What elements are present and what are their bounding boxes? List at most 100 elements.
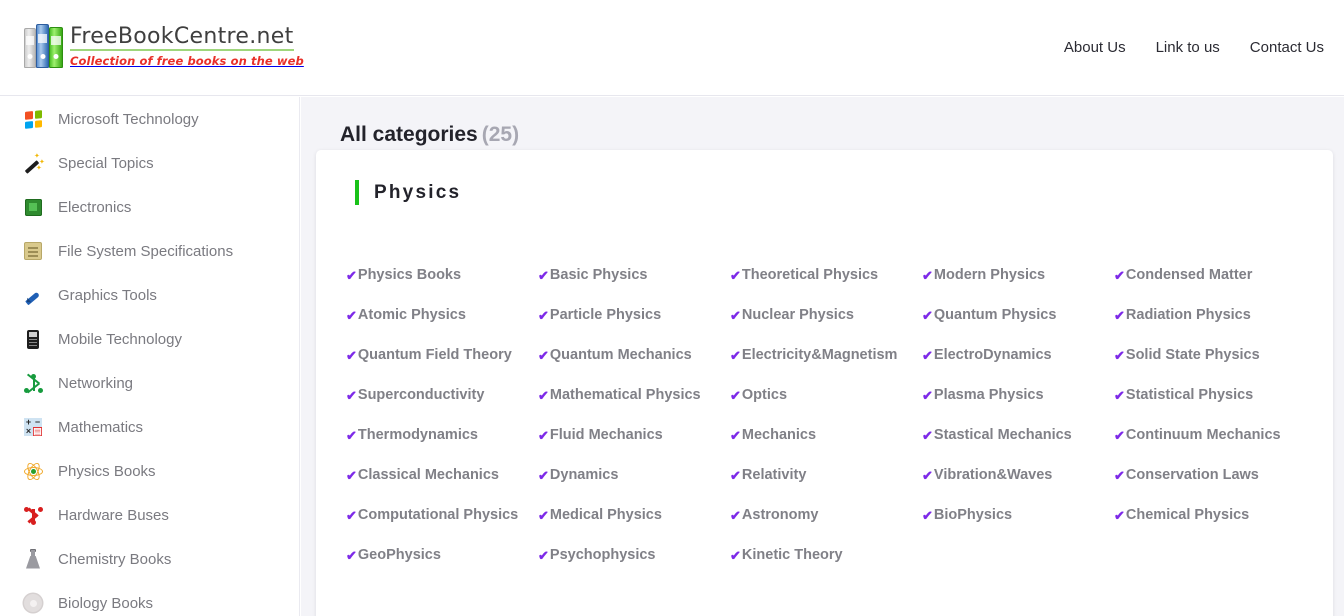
logo-title: FreeBookCentre.net xyxy=(70,25,294,52)
category-link[interactable]: ✔ GeoPhysics xyxy=(346,547,538,563)
sidebar-item-biology-books[interactable]: Biology Books xyxy=(0,581,299,616)
category-link[interactable]: ✔ Radiation Physics xyxy=(1114,307,1306,323)
category-link[interactable]: ✔ Quantum Field Theory xyxy=(346,347,538,363)
sidebar-item-electronics[interactable]: Electronics xyxy=(0,185,299,229)
category-link[interactable]: ✔ Nuclear Physics xyxy=(730,307,922,323)
category-link[interactable]: ✔ Mathematical Physics xyxy=(538,387,730,403)
category-link-label: Modern Physics xyxy=(933,267,1046,283)
check-icon: ✔ xyxy=(346,427,357,443)
sidebar-item-label: Mathematics xyxy=(58,418,144,436)
check-icon: ✔ xyxy=(922,427,933,443)
category-link[interactable]: ✔ Quantum Physics xyxy=(922,307,1114,323)
sidebar-item-file-system-specifications[interactable]: File System Specifications xyxy=(0,229,299,273)
category-link[interactable]: ✔ Mechanics xyxy=(730,427,922,443)
sidebar-item-label: Electronics xyxy=(58,198,132,216)
category-link-label: Quantum Mechanics xyxy=(549,347,692,363)
category-accent-bar xyxy=(355,180,359,205)
category-link-label: Statistical Physics xyxy=(1125,387,1254,403)
top-navigation: About Us Link to us Contact Us xyxy=(1064,39,1324,56)
category-link[interactable]: ✔ Fluid Mechanics xyxy=(538,427,730,443)
category-link[interactable]: ✔ Statistical Physics xyxy=(1114,387,1306,403)
category-link[interactable]: ✔ Solid State Physics xyxy=(1114,347,1306,363)
category-link[interactable]: ✔ Dynamics xyxy=(538,467,730,483)
sidebar-item-networking[interactable]: Networking xyxy=(0,361,299,405)
nav-link-link-to-us[interactable]: Link to us xyxy=(1156,39,1220,56)
category-link[interactable]: ✔ Continuum Mechanics xyxy=(1114,427,1306,443)
category-link[interactable]: ✔ Quantum Mechanics xyxy=(538,347,730,363)
check-icon: ✔ xyxy=(346,307,357,323)
sidebar-item-label: Hardware Buses xyxy=(58,506,169,524)
category-link[interactable]: ✔ Theoretical Physics xyxy=(730,267,922,283)
category-link[interactable]: ✔ Atomic Physics xyxy=(346,307,538,323)
category-link[interactable]: ✔ Medical Physics xyxy=(538,507,730,523)
category-link[interactable]: ✔ Classical Mechanics xyxy=(346,467,538,483)
check-icon: ✔ xyxy=(346,387,357,403)
category-link-label: Classical Mechanics xyxy=(357,467,499,483)
category-link-label: Astronomy xyxy=(741,507,819,523)
check-icon: ✔ xyxy=(922,307,933,323)
category-link[interactable]: ✔ Electricity&Magnetism xyxy=(730,347,922,363)
check-icon: ✔ xyxy=(1114,307,1125,323)
category-link[interactable]: ✔ Chemical Physics xyxy=(1114,507,1306,523)
category-link[interactable]: ✔ Modern Physics xyxy=(922,267,1114,283)
sidebar-item-special-topics[interactable]: ✦ ✦ ✦ Special Topics xyxy=(0,141,299,185)
category-link-label: Electricity&Magnetism xyxy=(741,347,898,363)
sidebar-item-label: Chemistry Books xyxy=(58,550,172,568)
category-link-label: Nuclear Physics xyxy=(741,307,854,323)
category-link-label: Mathematical Physics xyxy=(549,387,701,403)
category-link[interactable]: ✔ Stastical Mechanics xyxy=(922,427,1114,443)
check-icon: ✔ xyxy=(730,307,741,323)
check-icon: ✔ xyxy=(538,267,549,283)
category-link-label: Theoretical Physics xyxy=(741,267,879,283)
main-content: All categories (25) Physics ✔ Physics Book… xyxy=(301,97,1344,616)
category-sidebar: Microsoft Technology ✦ ✦ ✦ Special Topics … xyxy=(0,97,300,616)
nav-link-contact-us[interactable]: Contact Us xyxy=(1250,39,1324,56)
category-link[interactable]: ✔ Particle Physics xyxy=(538,307,730,323)
category-link[interactable]: ✔ BioPhysics xyxy=(922,507,1114,523)
sidebar-item-mathematics[interactable]: + − × ▤ Mathematics xyxy=(0,405,299,449)
category-link-label: Physics Books xyxy=(357,267,462,283)
site-header: FreeBookCentre.net Collection of free bo… xyxy=(0,0,1344,96)
category-link[interactable]: ✔ Vibration&Waves xyxy=(922,467,1114,483)
category-link[interactable]: ✔ Optics xyxy=(730,387,922,403)
check-icon: ✔ xyxy=(1114,267,1125,283)
category-link[interactable]: ✔ Psychophysics xyxy=(538,547,730,563)
category-link-label: Computational Physics xyxy=(357,507,519,523)
category-link[interactable]: ✔ ElectroDynamics xyxy=(922,347,1114,363)
chip-icon xyxy=(22,196,44,218)
category-link-label: Basic Physics xyxy=(549,267,648,283)
category-link[interactable]: ✔ Relativity xyxy=(730,467,922,483)
mobile-phone-icon xyxy=(22,328,44,350)
check-icon: ✔ xyxy=(346,347,357,363)
check-icon: ✔ xyxy=(538,387,549,403)
sidebar-item-label: Physics Books xyxy=(58,462,156,480)
category-link[interactable]: ✔ Plasma Physics xyxy=(922,387,1114,403)
category-link[interactable]: ✔ Kinetic Theory xyxy=(730,547,922,563)
site-logo[interactable]: FreeBookCentre.net Collection of free bo… xyxy=(24,24,304,68)
sidebar-item-microsoft-technology[interactable]: Microsoft Technology xyxy=(0,97,299,141)
check-icon: ✔ xyxy=(1114,427,1125,443)
category-link[interactable]: ✔ Superconductivity xyxy=(346,387,538,403)
usb-icon xyxy=(22,504,44,526)
category-link[interactable]: ✔ Physics Books xyxy=(346,267,538,283)
sidebar-item-mobile-technology[interactable]: Mobile Technology xyxy=(0,317,299,361)
category-link[interactable]: ✔ Basic Physics xyxy=(538,267,730,283)
check-icon: ✔ xyxy=(730,347,741,363)
category-link-label: Fluid Mechanics xyxy=(549,427,663,443)
nav-link-about-us[interactable]: About Us xyxy=(1064,39,1126,56)
category-link[interactable]: ✔ Thermodynamics xyxy=(346,427,538,443)
check-icon: ✔ xyxy=(730,387,741,403)
check-icon: ✔ xyxy=(730,547,741,563)
sidebar-item-physics-books[interactable]: Physics Books xyxy=(0,449,299,493)
check-icon: ✔ xyxy=(730,427,741,443)
sidebar-item-hardware-buses[interactable]: Hardware Buses xyxy=(0,493,299,537)
gear-icon xyxy=(22,592,44,614)
check-icon: ✔ xyxy=(538,427,549,443)
category-link[interactable]: ✔ Condensed Matter xyxy=(1114,267,1306,283)
category-link[interactable]: ✔ Computational Physics xyxy=(346,507,538,523)
category-link[interactable]: ✔ Conservation Laws xyxy=(1114,467,1306,483)
sidebar-item-graphics-tools[interactable]: Graphics Tools xyxy=(0,273,299,317)
sidebar-item-chemistry-books[interactable]: Chemistry Books xyxy=(0,537,299,581)
category-link[interactable]: ✔ Astronomy xyxy=(730,507,922,523)
check-icon: ✔ xyxy=(922,267,933,283)
